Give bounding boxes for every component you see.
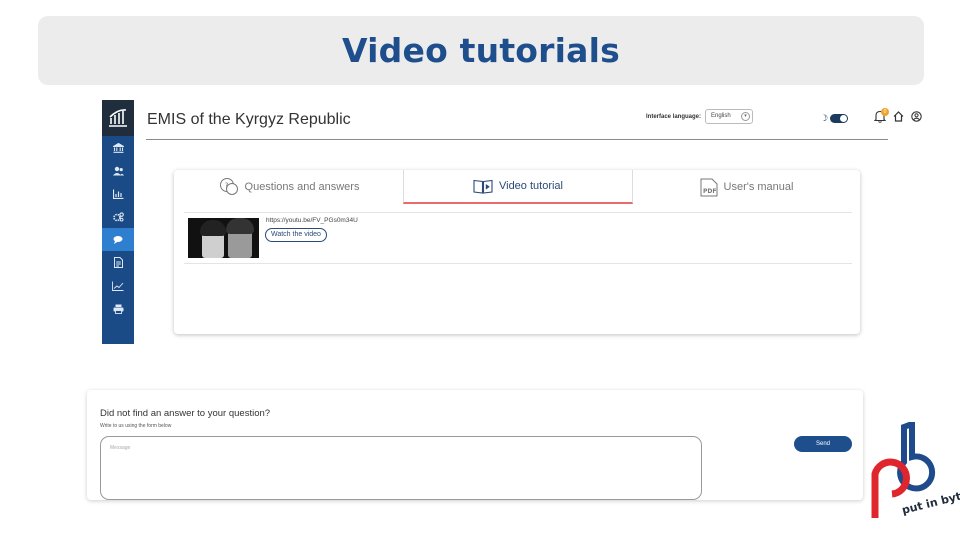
chat-icon[interactable] <box>102 228 134 251</box>
settings-icon[interactable] <box>102 205 134 228</box>
page-title: Video tutorials <box>342 31 620 70</box>
tab-label: User's manual <box>723 181 794 193</box>
putinbyte-logo: put in byte <box>871 422 960 518</box>
sidebar <box>102 100 134 344</box>
building-icon[interactable] <box>102 136 134 159</box>
video-url[interactable]: https://youtu.be/FV_PGs0m34U <box>266 217 358 224</box>
home-icon[interactable] <box>893 111 904 122</box>
language-select[interactable]: English ▾ <box>705 109 753 124</box>
pdf-icon: PDF <box>700 178 718 196</box>
divider <box>184 263 852 264</box>
feedback-subtitle: Write to us using the form below <box>100 423 172 429</box>
app-header: EMIS of the Kyrgyz Republic Interface la… <box>146 100 922 140</box>
print-icon[interactable] <box>102 297 134 320</box>
document-icon[interactable] <box>102 251 134 274</box>
message-textarea[interactable]: Message <box>100 436 702 500</box>
feedback-form: Did not find an answer to your question?… <box>87 390 863 500</box>
user-account-icon[interactable] <box>911 111 922 122</box>
language-value: English <box>711 113 731 119</box>
tab-label: Questions and answers <box>244 181 360 193</box>
video-book-icon <box>473 179 493 194</box>
app-title: EMIS of the Kyrgyz Republic <box>147 111 351 128</box>
app-screenshot: EMIS of the Kyrgyz Republic Interface la… <box>102 100 922 344</box>
send-button[interactable]: Send <box>794 436 852 452</box>
trend-icon[interactable] <box>102 274 134 297</box>
interface-language-label: Interface language: <box>646 114 702 120</box>
help-tabs: ? Questions and answers Video tutorial P… <box>174 170 860 204</box>
tab-video-tutorial[interactable]: Video tutorial <box>403 170 633 204</box>
svg-text:PDF: PDF <box>703 188 716 195</box>
message-placeholder: Message <box>110 445 131 451</box>
notification-badge: 0 <box>881 108 889 116</box>
tab-questions-and-answers[interactable]: ? Questions and answers <box>174 170 404 204</box>
feedback-title: Did not find an answer to your question? <box>100 408 271 419</box>
moon-icon: ☽ <box>820 113 829 123</box>
divider <box>184 212 852 213</box>
chevron-down-icon: ▾ <box>741 112 750 121</box>
svg-text:?: ? <box>224 182 228 190</box>
question-bubble-icon: ? <box>219 178 238 195</box>
svg-text:put in byte: put in byte <box>901 488 960 517</box>
watch-video-button[interactable]: Watch the video <box>265 228 327 242</box>
title-banner: Video tutorials <box>38 16 924 85</box>
emis-logo <box>102 100 134 136</box>
tab-users-manual[interactable]: PDF User's manual <box>633 170 860 204</box>
help-card: ? Questions and answers Video tutorial P… <box>174 170 860 334</box>
users-icon[interactable] <box>102 159 134 182</box>
theme-toggle[interactable] <box>830 114 848 123</box>
video-thumbnail[interactable] <box>188 218 259 258</box>
chart-icon[interactable] <box>102 182 134 205</box>
tab-label: Video tutorial <box>498 180 563 192</box>
